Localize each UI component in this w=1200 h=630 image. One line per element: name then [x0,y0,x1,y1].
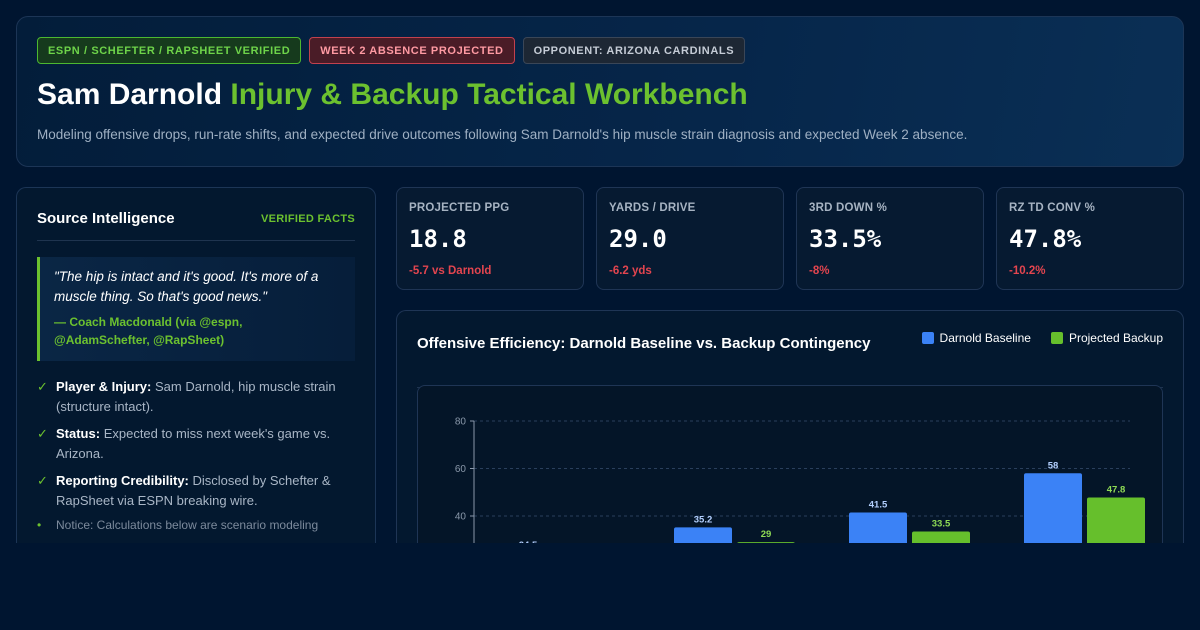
kpi-value: 18.8 [409,225,467,253]
fact-label: Reporting Credibility: [56,473,189,488]
kpi-delta: -6.2 yds [609,265,652,277]
notice-text: Notice: Calculations below are scenario … [56,518,319,532]
bar-value-label: 33.5 [932,518,951,529]
quote-text: "The hip is intact and it's good. It's m… [54,269,319,304]
y-tick-label: 80 [455,417,467,428]
badge-row: ESPN / SCHEFTER / RAPSHEET VERIFIED WEEK… [37,37,1163,64]
efficiency-chart-card: Offensive Efficiency: Darnold Baseline v… [396,310,1184,543]
bar-baseline [674,527,732,543]
kpi-value: 47.8% [1009,225,1082,253]
bar-baseline [1024,473,1082,543]
kpi-value: 29.0 [609,225,667,253]
kpi-value: 33.5% [809,225,882,253]
fact-label: Status: [56,426,101,441]
kpi-card-rz-td: RZ TD CONV % 47.8% -10.2% [996,187,1184,290]
legend-swatch-baseline [921,332,934,344]
y-tick-label: 40 [455,512,467,523]
page-subtitle: Modeling offensive drops, run-rate shift… [37,127,968,142]
legend-label-backup: Projected Backup [1068,331,1163,345]
source-intelligence-panel: Source Intelligence VERIFIED FACTS "The … [16,187,376,543]
source-panel-title: Source Intelligence [37,210,175,227]
bar-value-label: 35.2 [694,514,713,525]
kpi-card-third-down: 3RD DOWN % 33.5% -8% [796,187,984,290]
kpi-label: 3RD DOWN % [809,202,888,214]
chart-title: Offensive Efficiency: Darnold Baseline v… [417,335,871,352]
kpi-card-yards-per-drive: YARDS / DRIVE 29.0 -6.2 yds [596,187,784,290]
kpi-delta: -8% [809,265,830,277]
legend-swatch-backup [1050,332,1063,344]
kpi-label: RZ TD CONV % [1009,202,1096,214]
chart-legend: Darnold Baseline Projected Backup [921,331,1163,345]
kpi-label: YARDS / DRIVE [609,202,696,214]
bar-backup [1087,497,1145,543]
bar-backup [912,531,970,543]
fact-item-credibility: ✓ Reporting Credibility: Disclosed by Sc… [37,471,355,510]
legend-item-backup[interactable]: Projected Backup [1050,331,1163,345]
coach-quote: "The hip is intact and it's good. It's m… [37,257,355,361]
check-icon: ✓ [37,379,48,394]
bar-chart: 02040608024.535.241.55818.82933.547.8 [455,417,1145,543]
kpi-row: PROJECTED PPG 18.8 -5.7 vs Darnold YARDS… [396,187,1184,290]
kpi-delta: -10.2% [1009,265,1046,277]
bar-value-label: 29 [761,529,772,540]
opponent-badge: OPPONENT: ARIZONA CARDINALS [522,37,746,64]
modeling-notice: • Notice: Calculations below are scenari… [37,518,355,532]
fact-item-player: ✓ Player & Injury: Sam Darnold, hip musc… [37,377,355,416]
legend-item-baseline[interactable]: Darnold Baseline [921,331,1031,345]
quote-attribution: — Coach Macdonald (via @espn, @AdamSchef… [54,315,243,347]
header-panel: ESPN / SCHEFTER / RAPSHEET VERIFIED WEEK… [16,16,1184,167]
bar-value-label: 47.8 [1107,484,1126,495]
fact-label: Player & Injury: [56,379,152,394]
bar-value-label: 58 [1048,460,1059,471]
bar-baseline [849,512,907,543]
kpi-card-ppg: PROJECTED PPG 18.8 -5.7 vs Darnold [396,187,584,290]
chart-header: Offensive Efficiency: Darnold Baseline v… [417,331,1163,388]
check-icon: ✓ [37,426,48,441]
kpi-delta: -5.7 vs Darnold [409,265,492,277]
absence-badge: WEEK 2 ABSENCE PROJECTED [309,37,515,64]
source-panel-header: Source Intelligence VERIFIED FACTS [37,210,355,241]
bar-backup [737,542,795,543]
y-tick-label: 60 [455,464,467,475]
fact-list: ✓ Player & Injury: Sam Darnold, hip musc… [37,377,355,510]
bar-value-label: 24.5 [519,540,538,543]
page-title-name: Sam Darnold [37,78,223,111]
verified-sources-badge: ESPN / SCHEFTER / RAPSHEET VERIFIED [37,37,302,64]
check-icon: ✓ [37,473,48,488]
bullet-icon: • [37,518,42,532]
verified-facts-tag: VERIFIED FACTS [260,212,355,225]
legend-label-baseline: Darnold Baseline [939,331,1031,345]
chart-plot-area: 02040608024.535.241.55818.82933.547.8 [417,385,1163,543]
page-title: Sam Darnold Injury & Backup Tactical Wor… [37,77,1163,113]
kpi-label: PROJECTED PPG [409,202,510,214]
page-title-rest: Injury & Backup Tactical Workbench [230,78,748,111]
fact-item-status: ✓ Status: Expected to miss next week's g… [37,424,355,463]
bar-value-label: 41.5 [869,499,888,510]
